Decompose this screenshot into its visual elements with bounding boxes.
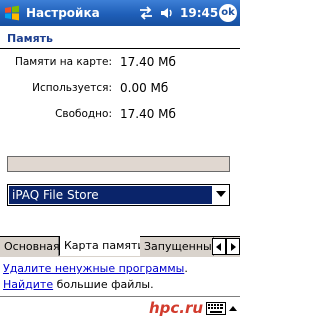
used-memory-label: Используется: — [32, 82, 112, 94]
ok-button[interactable]: ok — [219, 4, 237, 22]
remove-programs-line: Удалите ненужные программы. — [3, 262, 188, 275]
memory-usage-bar — [7, 156, 230, 172]
window-title: Настройка — [26, 6, 100, 20]
find-files-text: большие файлы. — [53, 278, 154, 291]
tab-memory-card[interactable]: Карта памяти — [59, 236, 145, 256]
used-memory-value: 0.00 Мб — [120, 81, 169, 95]
tab-running[interactable]: Запущенные — [140, 237, 214, 256]
tab-scroll-left-button[interactable] — [212, 238, 226, 255]
tab-general[interactable]: Основная — [0, 237, 60, 256]
storage-select[interactable]: iPAQ File Store — [7, 184, 230, 206]
tab-scroll-right-button[interactable] — [226, 238, 240, 255]
remove-programs-link[interactable]: Удалите ненужные программы — [3, 262, 184, 275]
page-title: Память — [7, 32, 54, 45]
total-memory-label: Памяти на карте: — [14, 56, 112, 68]
windows-start-icon[interactable] — [3, 4, 21, 22]
tab-bar: Основная Карта памяти Запущенные — [0, 236, 240, 257]
storage-select-value[interactable]: iPAQ File Store — [9, 186, 212, 204]
input-menu-arrow-icon[interactable] — [229, 306, 237, 311]
total-memory-value: 17.40 Мб — [120, 55, 176, 69]
free-memory-label: Свободно: — [55, 108, 112, 120]
free-memory-value: 17.40 Мб — [120, 107, 176, 121]
menu-bar: hpc.ru — [0, 296, 240, 321]
keyboard-icon[interactable] — [206, 302, 226, 315]
link-suffix: . — [184, 262, 188, 275]
clock[interactable]: 19:45 — [180, 6, 218, 20]
chevron-down-icon[interactable] — [216, 191, 226, 197]
watermark: hpc.ru — [149, 299, 204, 317]
find-files-link[interactable]: Найдите — [3, 278, 53, 291]
volume-icon[interactable] — [159, 5, 175, 21]
find-files-line: Найдите большие файлы. — [3, 278, 154, 291]
section-divider — [0, 48, 240, 49]
connectivity-icon[interactable] — [138, 5, 154, 21]
title-bar: Настройка 19:45 ok — [0, 0, 240, 26]
arrow-left-icon — [216, 243, 221, 251]
arrow-right-icon — [231, 243, 236, 251]
